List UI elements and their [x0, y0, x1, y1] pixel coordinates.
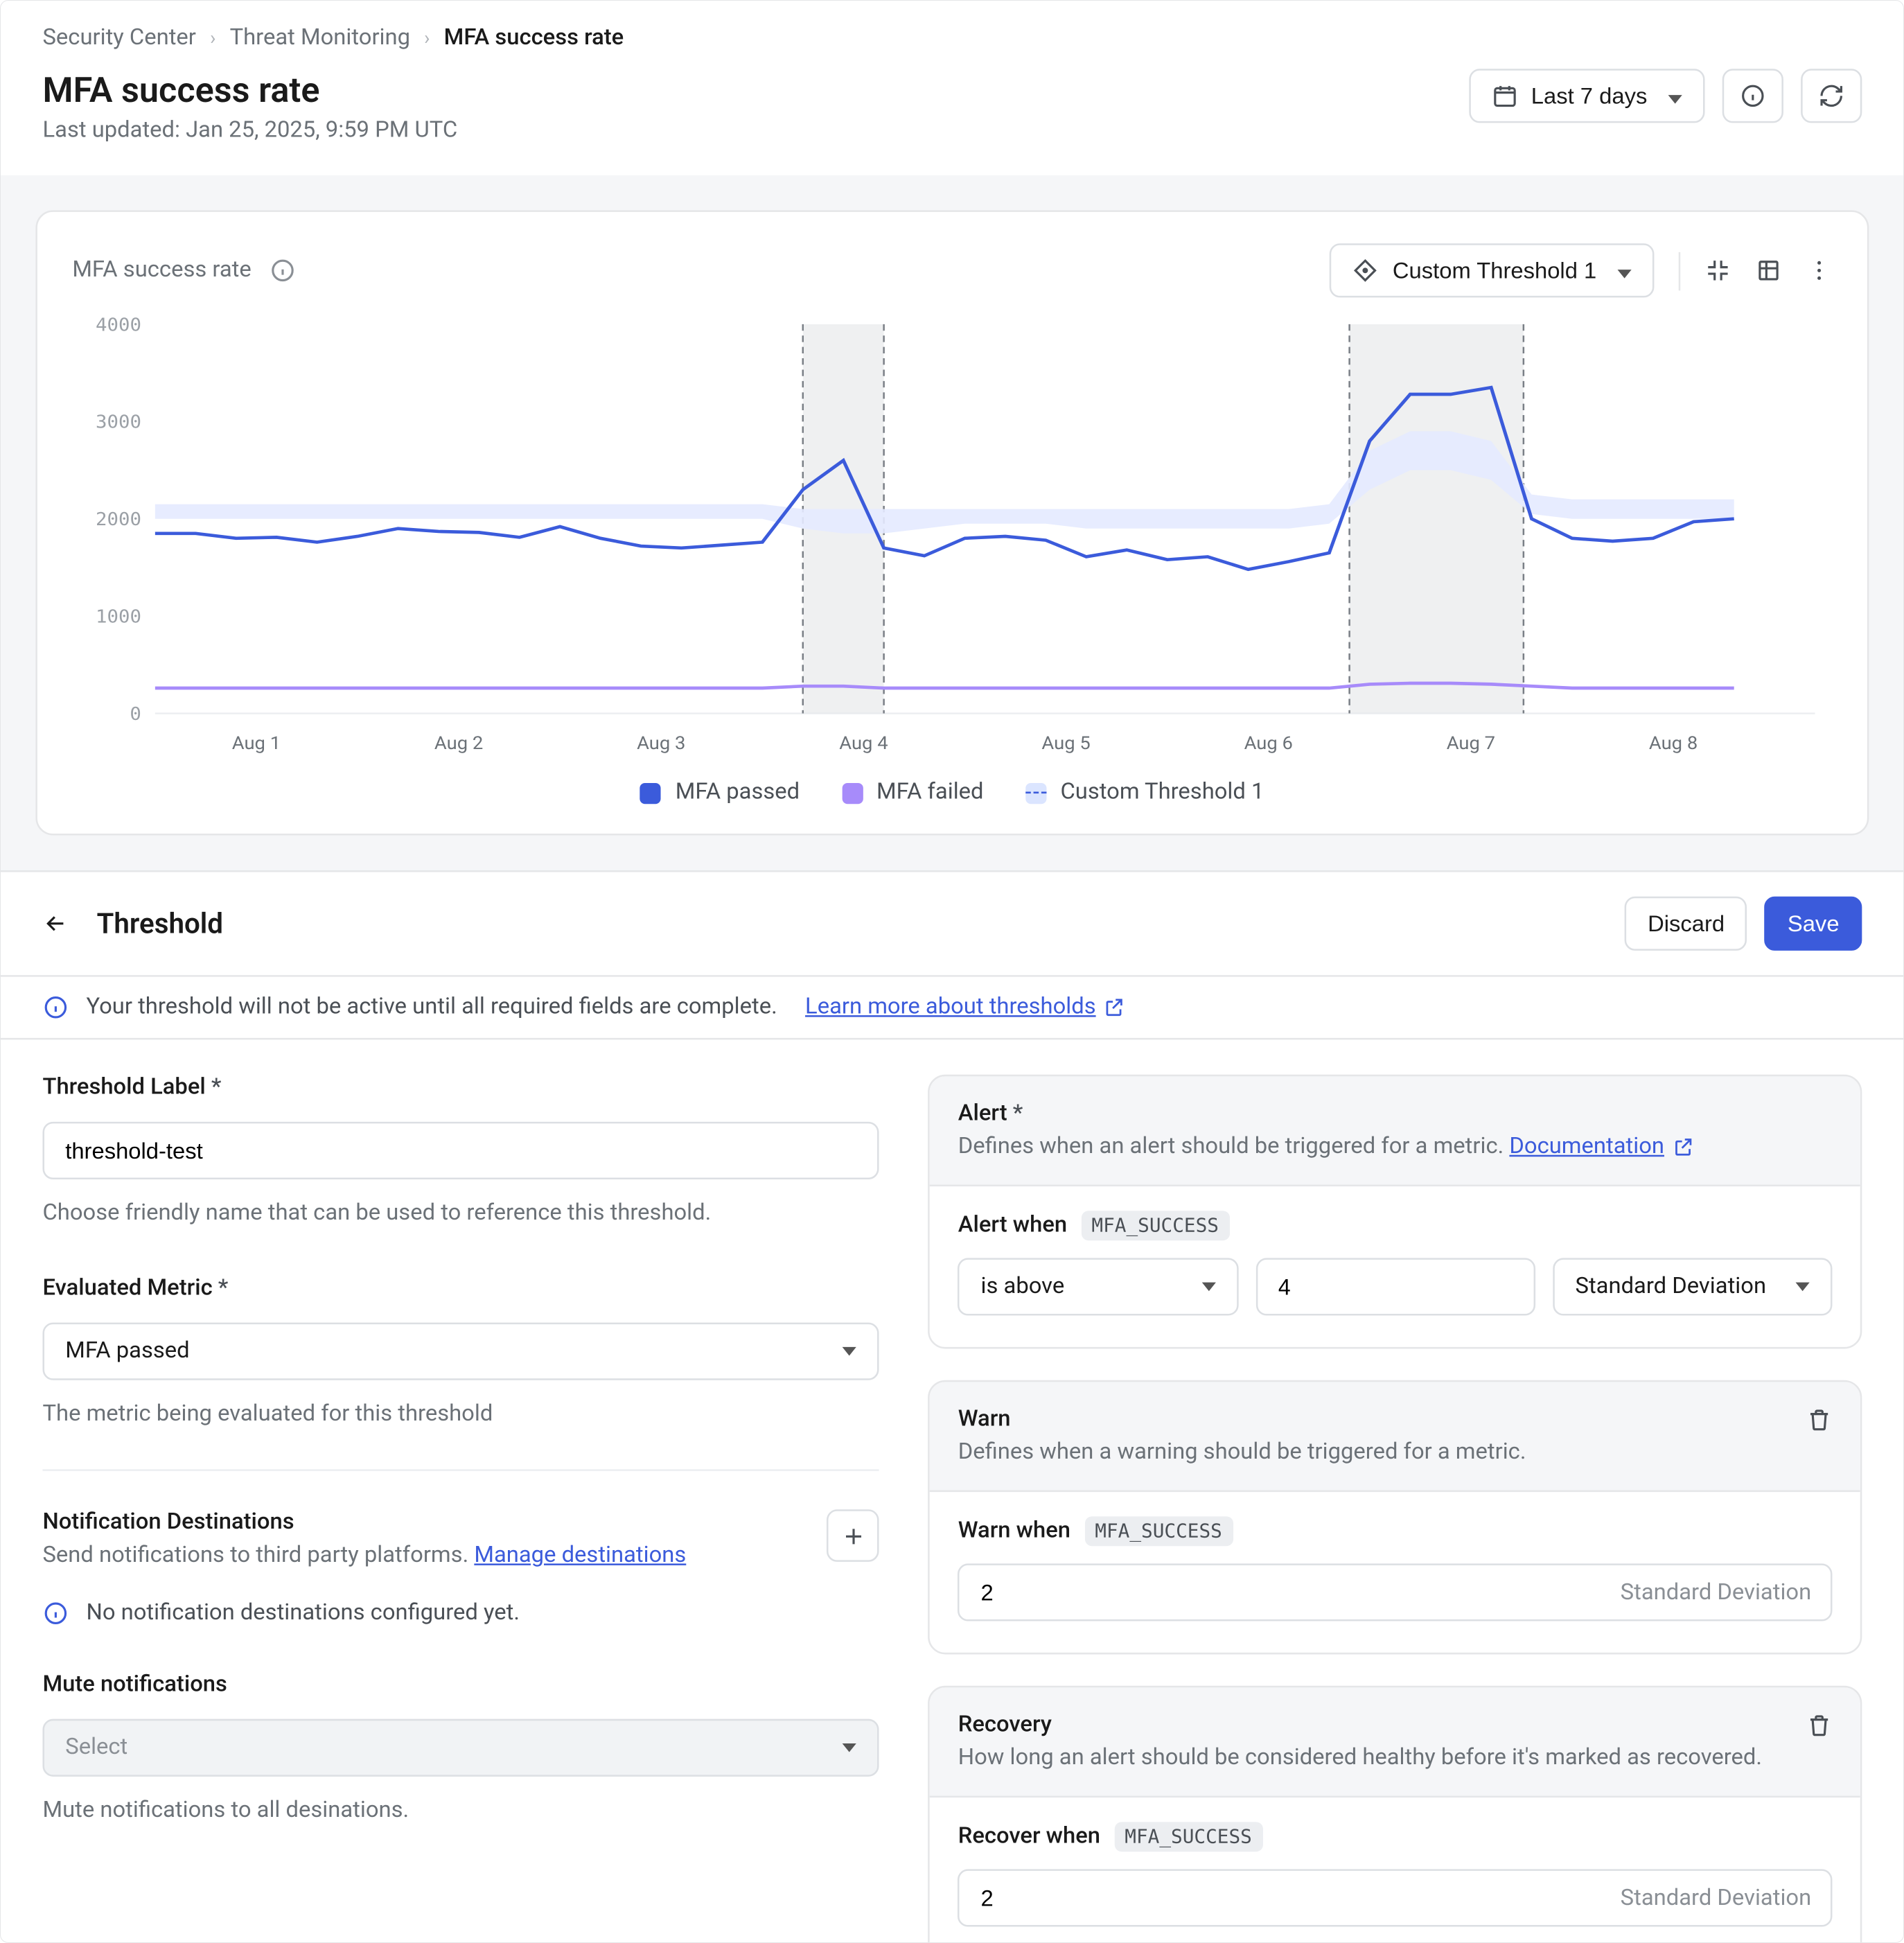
chart-legend: MFA passed MFA failed Custom Threshold 1 [72, 762, 1832, 806]
svg-text:Aug 2: Aug 2 [434, 733, 483, 754]
collapse-icon[interactable] [1705, 257, 1731, 283]
chevron-right-icon: › [210, 27, 215, 50]
threshold-form: Threshold Label Choose friendly name tha… [1, 1039, 1904, 1943]
learn-more-link[interactable]: Learn more about thresholds [805, 994, 1125, 1021]
legend-swatch-passed [640, 782, 661, 803]
page-header: MFA success rate Last updated: Jan 25, 2… [1, 51, 1904, 175]
evaluated-metric-help: The metric being evaluated for this thre… [42, 1401, 879, 1427]
metric-tag: MFA_SUCCESS [1114, 1822, 1262, 1852]
breadcrumb-item[interactable]: Security Center [42, 25, 195, 51]
svg-text:0: 0 [130, 704, 141, 725]
page-subtitle: Last updated: Jan 25, 2025, 9:59 PM UTC [42, 118, 1440, 144]
svg-text:Aug 8: Aug 8 [1649, 733, 1698, 754]
alert-unit-select[interactable]: Standard Deviation [1553, 1258, 1833, 1315]
recovery-when-label: Recover when MFA_SUCCESS [958, 1822, 1833, 1852]
info-banner: Your threshold will not be active until … [1, 977, 1904, 1040]
diamond-icon [1352, 257, 1379, 283]
svg-text:Aug 3: Aug 3 [637, 733, 685, 754]
svg-text:Aug 1: Aug 1 [232, 733, 281, 754]
svg-text:Aug 7: Aug 7 [1447, 733, 1495, 754]
evaluated-metric-select[interactable]: MFA passed [42, 1323, 879, 1380]
alert-doc-link[interactable]: Documentation [1509, 1134, 1693, 1160]
threshold-label-help: Choose friendly name that can be used to… [42, 1200, 879, 1227]
refresh-icon [1818, 82, 1844, 109]
save-button[interactable]: Save [1765, 897, 1862, 951]
recovery-unit-label: Standard Deviation [1621, 1885, 1812, 1911]
more-icon[interactable] [1806, 257, 1833, 283]
svg-text:Aug 5: Aug 5 [1041, 733, 1090, 754]
layout-icon[interactable] [1756, 257, 1782, 283]
warn-when-label: Warn when MFA_SUCCESS [958, 1516, 1833, 1546]
mute-select[interactable]: Select [42, 1719, 879, 1777]
threshold-label-label: Threshold Label [42, 1075, 879, 1101]
chart-canvas: 0 1000 2000 3000 4000 Aug 1 Aug 2 Aug 3 Aug 4 Aug… [72, 308, 1832, 762]
svg-text:4000: 4000 [96, 315, 141, 335]
svg-text:3000: 3000 [96, 412, 141, 432]
notif-dest-desc: Send notifications to third party platfo… [42, 1542, 806, 1569]
svg-text:Aug 4: Aug 4 [839, 733, 888, 754]
mute-help: Mute notifications to all desinations. [42, 1797, 879, 1824]
alert-rule-card: Alert * Defines when an alert should be … [928, 1075, 1862, 1349]
warn-rule-card: Warn Defines when a warning should be tr… [928, 1380, 1862, 1655]
alert-value-input[interactable] [1255, 1258, 1535, 1315]
refresh-button[interactable] [1801, 69, 1862, 123]
threshold-label-input[interactable] [42, 1122, 879, 1179]
legend-swatch-failed [842, 782, 863, 803]
manage-destinations-link[interactable]: Manage destinations [474, 1542, 686, 1569]
legend-swatch-threshold [1025, 782, 1046, 803]
threshold-selector[interactable]: Custom Threshold 1 [1330, 243, 1654, 297]
breadcrumb: Security Center › Threat Monitoring › MF… [1, 1, 1904, 51]
svg-text:1000: 1000 [96, 606, 141, 627]
threshold-title: Threshold [97, 907, 223, 940]
info-button[interactable] [1722, 69, 1783, 123]
svg-text:2000: 2000 [96, 509, 141, 530]
chevron-down-icon [1661, 82, 1682, 109]
svg-text:Aug 6: Aug 6 [1244, 733, 1293, 754]
evaluated-metric-label: Evaluated Metric [42, 1276, 879, 1302]
recovery-rule-card: Recovery How long an alert should be con… [928, 1686, 1862, 1943]
back-arrow-icon[interactable] [42, 911, 69, 937]
add-destination-button[interactable] [827, 1509, 880, 1562]
calendar-icon [1491, 82, 1517, 109]
date-range-button[interactable]: Last 7 days [1468, 69, 1704, 123]
alert-operator-select[interactable]: is above [958, 1258, 1238, 1315]
trash-icon[interactable] [1806, 1407, 1833, 1433]
info-icon [42, 994, 69, 1021]
breadcrumb-current: MFA success rate [444, 25, 624, 51]
threshold-section-header: Threshold Discard Save [1, 870, 1904, 977]
info-icon[interactable] [269, 257, 295, 283]
notif-dest-title: Notification Destinations [42, 1509, 806, 1536]
metric-tag: MFA_SUCCESS [1081, 1211, 1229, 1240]
notif-empty-state: No notification destinations configured … [42, 1600, 879, 1626]
chart-title: MFA success rate [72, 257, 251, 283]
mute-label: Mute notifications [42, 1672, 879, 1698]
chevron-down-icon [1610, 257, 1631, 283]
alert-when-label: Alert when MFA_SUCCESS [958, 1211, 1833, 1240]
warn-unit-label: Standard Deviation [1621, 1579, 1812, 1606]
discard-button[interactable]: Discard [1625, 897, 1747, 951]
chart-panel: MFA success rate Custom Threshold 1 [1, 175, 1904, 870]
info-icon [42, 1600, 69, 1626]
page-title: MFA success rate [42, 69, 1440, 110]
metric-tag: MFA_SUCCESS [1084, 1516, 1233, 1546]
info-icon [1740, 82, 1766, 109]
chevron-right-icon: › [424, 27, 430, 50]
trash-icon[interactable] [1806, 1712, 1833, 1739]
breadcrumb-item[interactable]: Threat Monitoring [230, 25, 410, 51]
